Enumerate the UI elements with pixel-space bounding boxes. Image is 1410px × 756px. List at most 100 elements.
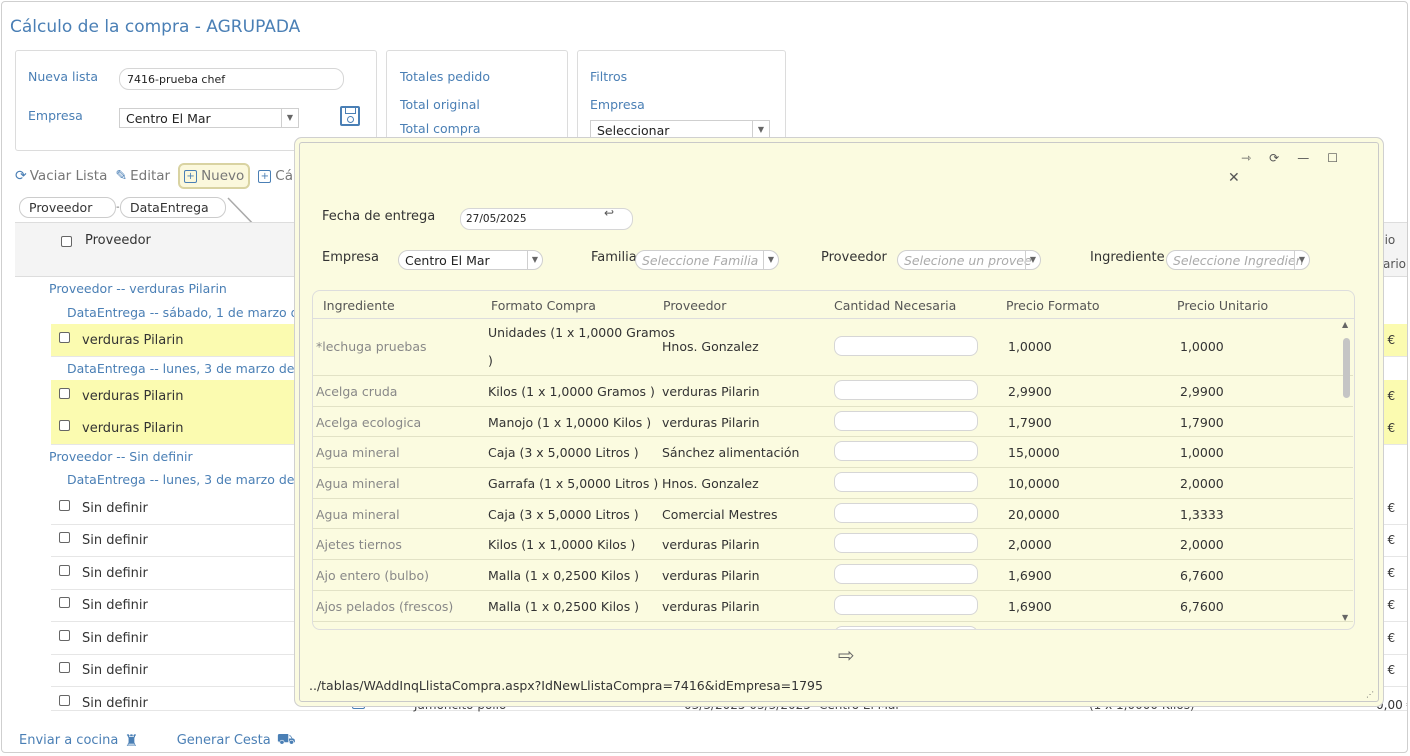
row-checkbox[interactable] — [59, 532, 70, 543]
select-all-checkbox[interactable] — [61, 236, 72, 247]
col-precio-header-1[interactable]: cio — [1378, 233, 1395, 247]
chevron-down-icon[interactable]: ▼ — [281, 109, 298, 127]
close-icon[interactable]: ✕ — [1228, 170, 1240, 186]
save-icon[interactable] — [340, 106, 360, 126]
cell-precio-formato: 1,7900 — [1008, 415, 1052, 430]
vaciar-lista-button[interactable]: ⟳ Vaciar Lista — [15, 168, 107, 184]
familia-select[interactable]: Seleccione Familia ▼ — [635, 250, 779, 270]
empresa-select[interactable]: Centro El Mar ▼ — [119, 108, 299, 128]
empresa-select-value: Centro El Mar — [126, 111, 211, 126]
row-proveedor: Sin definir — [82, 598, 148, 613]
col-proveedor-header[interactable]: Proveedor — [85, 233, 151, 248]
ingredient-row[interactable]: *lechuga pruebas Unidades (1 x 1,0000 Gr… — [313, 319, 1353, 376]
col-ingrediente[interactable]: Ingrediente — [323, 298, 395, 313]
nuevo-button[interactable]: + Nuevo — [178, 163, 251, 189]
group-header[interactable]: DataEntrega -- lunes, 3 de marzo de 20 — [67, 472, 314, 487]
grid-scrollbar[interactable]: ▲ ▼ — [1342, 320, 1352, 623]
ingredient-row[interactable]: Ajo entero (bulbo) Malla (1 x 0,2500 Kil… — [313, 560, 1353, 591]
row-checkbox[interactable] — [59, 565, 70, 576]
group-header[interactable]: Proveedor -- Sin definir — [49, 449, 193, 464]
chef-icon[interactable]: ♜ — [124, 731, 138, 750]
row-checkbox[interactable] — [59, 695, 70, 706]
maximize-icon[interactable]: ☐ — [1327, 151, 1338, 165]
editar-button[interactable]: ✎ Editar — [115, 168, 170, 184]
row-checkbox[interactable] — [59, 630, 70, 641]
ingredient-row[interactable]: Agua mineral Caja (3 x 5,0000 Litros ) S… — [313, 437, 1353, 468]
cantidad-input[interactable] — [834, 336, 978, 356]
chevron-down-icon[interactable]: ▼ — [752, 121, 769, 139]
minimize-icon[interactable]: — — [1297, 151, 1309, 165]
chevron-down-icon[interactable]: ▼ — [763, 251, 778, 269]
scroll-up-icon[interactable]: ▲ — [1342, 320, 1348, 329]
col-precio-header-2[interactable]: itario — [1375, 257, 1406, 271]
chevron-down-icon[interactable]: ▼ — [1025, 251, 1040, 269]
pencil-icon: ✎ — [115, 168, 128, 184]
ingredient-row[interactable]: Agua mineral Garrafa (1 x 5,0000 Litros … — [313, 468, 1353, 499]
filtros-empresa-select[interactable]: Seleccionar ▼ — [590, 120, 770, 140]
ingredient-row[interactable]: Ajetes tiernos Kilos (1 x 1,0000 Kilos )… — [313, 529, 1353, 560]
date-picker-icon[interactable]: ↩ — [604, 206, 614, 220]
cantidad-input[interactable] — [834, 595, 978, 615]
cantidad-input[interactable] — [834, 564, 978, 584]
cantidad-input[interactable] — [834, 441, 978, 461]
group-pill-proveedor[interactable]: Proveedor — [19, 197, 116, 218]
generar-cesta-button[interactable]: Generar Cesta — [177, 733, 271, 748]
col-formato-compra[interactable]: Formato Compra — [491, 298, 596, 313]
col-precio-formato[interactable]: Precio Formato — [1006, 298, 1100, 313]
proveedor-select[interactable]: Selecione un provee ▼ — [897, 250, 1041, 270]
cantidad-input[interactable] — [834, 411, 978, 431]
modal-empresa-select[interactable]: Centro El Mar ▼ — [398, 250, 543, 270]
filtros-empresa-label: Empresa — [590, 97, 645, 112]
col-proveedor[interactable]: Proveedor — [663, 298, 726, 313]
row-checkbox[interactable] — [59, 332, 70, 343]
group-header[interactable]: Proveedor -- verduras Pilarin — [49, 281, 227, 296]
scroll-thumb[interactable] — [1343, 338, 1350, 398]
ingrediente-placeholder: Seleccione Ingredien — [1173, 253, 1304, 268]
ingredient-row[interactable]: Agua mineral Caja (3 x 5,0000 Litros ) C… — [313, 499, 1353, 529]
group-header[interactable]: DataEntrega -- sábado, 1 de marzo de 2 — [67, 305, 318, 320]
group-header[interactable]: DataEntrega -- lunes, 3 de marzo de 20 — [67, 361, 314, 376]
cart-icon[interactable]: ⛟ — [277, 730, 296, 750]
totales-title: Totales pedido — [400, 69, 490, 84]
cell-ingrediente: Ajetes tiernos — [316, 537, 402, 552]
nueva-lista-label: Nueva lista — [28, 69, 99, 84]
chevron-down-icon[interactable]: ▼ — [527, 251, 542, 269]
cell-formato: Unidades (1 x 1,0000 Gramos — [488, 325, 675, 340]
ingredient-row[interactable]: Acelga ecologica Manojo (1 x 1,0000 Kilo… — [313, 407, 1353, 437]
row-checkbox[interactable] — [59, 388, 70, 399]
row-proveedor: Sin definir — [82, 696, 148, 711]
row-checkbox[interactable] — [59, 597, 70, 608]
cell-precio-formato: 10,0000 — [1008, 476, 1060, 491]
col-cantidad-necesaria[interactable]: Cantidad Necesaria — [834, 298, 956, 313]
nueva-lista-input[interactable]: 7416-prueba chef — [119, 68, 344, 90]
resize-grip-icon[interactable]: ⋰ — [1366, 690, 1374, 699]
row-checkbox[interactable] — [59, 500, 70, 511]
enviar-cocina-button[interactable]: Enviar a cocina — [19, 733, 118, 748]
cell-precio-unitario: 1,3333 — [1180, 507, 1224, 522]
ingredient-row[interactable]: Acelga cruda Kilos (1 x 1,0000 Gramos ) … — [313, 376, 1353, 407]
next-arrow-icon[interactable]: ⇨ — [838, 643, 855, 667]
cell-precio-formato: 1,6900 — [1008, 568, 1052, 583]
pin-icon[interactable]: ⇾ — [1241, 151, 1251, 165]
cell-precio-formato: 2,9900 — [1008, 384, 1052, 399]
chevron-down-icon[interactable]: ▼ — [1294, 251, 1309, 269]
cell-ingrediente: *lechuga pruebas — [316, 339, 427, 354]
row-checkbox[interactable] — [59, 420, 70, 431]
scroll-down-icon[interactable]: ▼ — [1342, 613, 1348, 622]
cell-proveedor: Hnos. Gonzalez — [662, 476, 759, 491]
reload-icon[interactable]: ⟳ — [1269, 151, 1279, 165]
cell-precio-unitario: 1,0000 — [1180, 445, 1224, 460]
cell-proveedor: Comercial Mestres — [662, 507, 778, 522]
fecha-entrega-label: Fecha de entrega — [322, 209, 436, 224]
filtros-empresa-value: Seleccionar — [597, 123, 670, 138]
cantidad-input[interactable] — [834, 503, 978, 523]
group-pill-dataentrega[interactable]: DataEntrega — [120, 197, 226, 218]
plus-icon: + — [258, 169, 272, 183]
col-precio-unitario[interactable]: Precio Unitario — [1177, 298, 1268, 313]
ingrediente-select[interactable]: Seleccione Ingredien ▼ — [1166, 250, 1310, 270]
cantidad-input[interactable] — [834, 533, 978, 553]
row-checkbox[interactable] — [59, 662, 70, 673]
cantidad-input[interactable] — [834, 380, 978, 400]
ingredient-row[interactable]: Ajos pelados (frescos) Malla (1 x 0,2500… — [313, 591, 1353, 622]
cantidad-input[interactable] — [834, 472, 978, 492]
